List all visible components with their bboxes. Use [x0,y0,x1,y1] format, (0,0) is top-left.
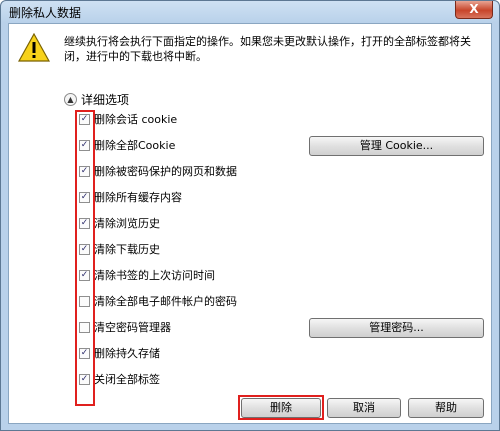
option-clear-email-passwords[interactable]: 清除全部电子邮件帐户的密码 [79,293,237,309]
help-button[interactable]: 帮助 [408,398,484,418]
manage-cookie-button[interactable]: 管理 Cookie... [309,136,484,156]
checkbox-highlight-box [75,110,95,406]
manage-passwords-button[interactable]: 管理密码... [309,318,484,338]
option-clear-bookmark-visit-time[interactable]: ✓ 清除书签的上次访问时间 [79,267,215,283]
details-label: 详细选项 [81,93,130,107]
close-button[interactable]: X [455,1,493,19]
details-toggle[interactable]: ▲ 详细选项 [64,91,129,108]
option-label: 清空密码管理器 [94,321,171,334]
option-label: 清除全部电子邮件帐户的密码 [94,295,237,308]
delete-highlight-box [238,395,324,420]
option-label: 删除会话 cookie [94,113,178,126]
warning-message: 继续执行将会执行下面指定的操作。如果您未更改默认操作，打开的全部标签都将关闭，进… [64,35,471,63]
warning-icon [18,33,50,62]
option-label: 清除书签的上次访问时间 [94,269,215,282]
option-label: 删除持久存储 [94,347,160,360]
title-bar[interactable]: 删除私人数据 X [1,1,499,23]
option-label: 删除被密码保护的网页和数据 [94,165,237,178]
option-delete-password-protected[interactable]: ✓ 删除被密码保护的网页和数据 [79,163,237,179]
cancel-button[interactable]: 取消 [327,398,401,418]
collapse-chevron-icon[interactable]: ▲ [64,93,77,106]
option-label: 删除所有缓存内容 [94,191,182,204]
window-title: 删除私人数据 [9,6,82,20]
dialog-content: 继续执行将会执行下面指定的操作。如果您未更改默认操作，打开的全部标签都将关闭，进… [8,23,492,424]
option-label: 清除下载历史 [94,243,160,256]
option-label: 删除全部Cookie [94,139,176,152]
option-label: 关闭全部标签 [94,373,160,386]
option-label: 清除浏览历史 [94,217,160,230]
dialog-window: 删除私人数据 X 继续执行将会执行下面指定的操作。如果您未更改默认操作，打开的全… [0,0,500,431]
